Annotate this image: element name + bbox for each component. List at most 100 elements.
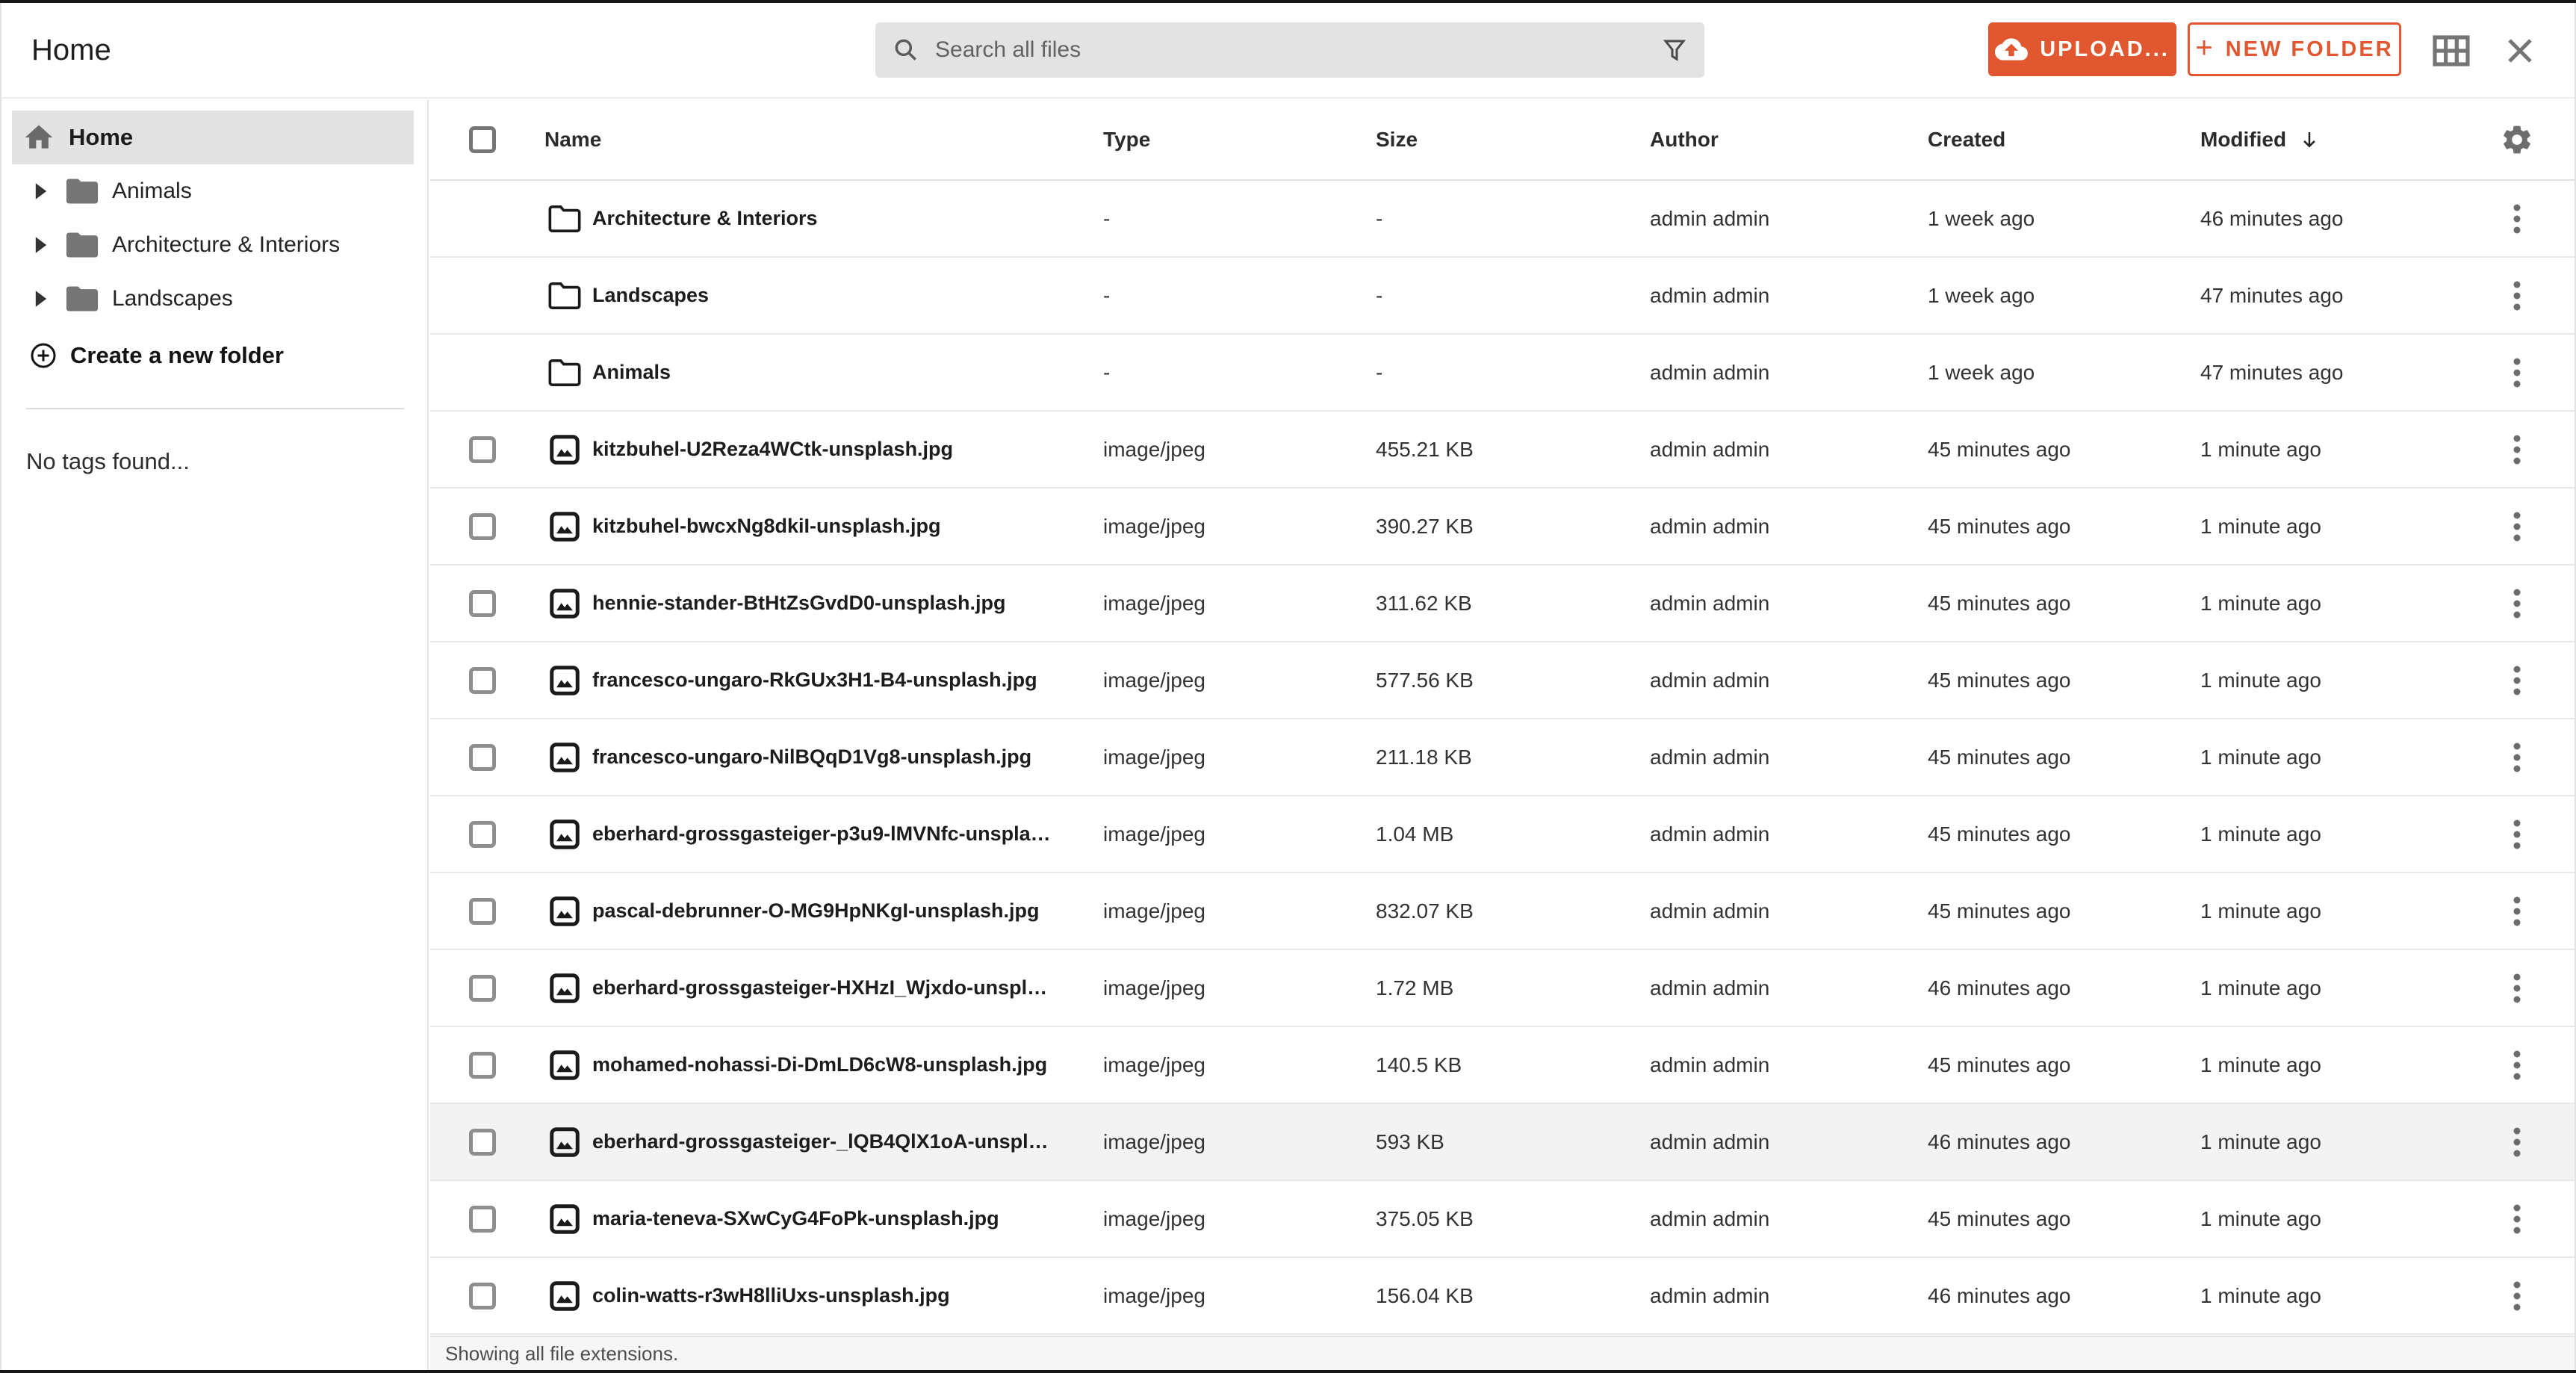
table-row[interactable]: eberhard-grossgasteiger-_lQB4QlX1oA-unsp… — [430, 1104, 2576, 1181]
table-row[interactable]: francesco-ungaro-NilBQqD1Vg8-unsplash.jp… — [430, 719, 2576, 796]
no-tags-message: No tags found... — [26, 448, 427, 475]
row-checkbox[interactable] — [469, 1283, 496, 1310]
column-header-type[interactable]: Type — [1103, 100, 1150, 179]
column-header-size[interactable]: Size — [1376, 100, 1418, 179]
select-all-checkbox[interactable] — [469, 126, 496, 153]
close-icon[interactable] — [2501, 31, 2539, 70]
row-type: - — [1103, 335, 1110, 410]
row-created: 45 minutes ago — [1928, 642, 2070, 718]
kebab-menu-icon — [2502, 279, 2532, 312]
column-header-author[interactable]: Author — [1650, 100, 1719, 179]
table-header: Name Type Size Author Created Modified — [430, 100, 2576, 181]
row-size: 455.21 KB — [1376, 412, 1474, 487]
row-size: 390.27 KB — [1376, 489, 1474, 564]
row-name: Animals — [592, 335, 671, 410]
table-row[interactable]: Animals - - admin admin 1 week ago 47 mi… — [430, 335, 2576, 412]
row-modified: 1 minute ago — [2200, 873, 2321, 949]
row-checkbox[interactable] — [469, 898, 496, 925]
row-menu-button[interactable] — [2498, 950, 2536, 1026]
row-menu-button[interactable] — [2498, 642, 2536, 718]
row-checkbox[interactable] — [469, 1052, 496, 1079]
table-row[interactable]: colin-watts-r3wH8lliUxs-unsplash.jpg ima… — [430, 1258, 2576, 1335]
row-menu-button[interactable] — [2498, 181, 2536, 256]
table-row[interactable]: eberhard-grossgasteiger-HXHzI_Wjxdo-unsp… — [430, 950, 2576, 1027]
row-checkbox[interactable] — [469, 590, 496, 617]
sidebar-item-architecture-interiors[interactable]: Architecture & Interiors — [0, 218, 427, 272]
sidebar-item-home[interactable]: Home — [12, 111, 414, 164]
row-checkbox[interactable] — [469, 667, 496, 694]
row-menu-button[interactable] — [2498, 489, 2536, 564]
row-checkbox[interactable] — [469, 1129, 496, 1156]
row-menu-button[interactable] — [2498, 335, 2536, 410]
table-row[interactable]: mohamed-nohassi-Di-DmLD6cW8-unsplash.jpg… — [430, 1027, 2576, 1104]
table-row[interactable]: kitzbuhel-bwcxNg8dkiI-unsplash.jpg image… — [430, 489, 2576, 565]
row-modified: 1 minute ago — [2200, 489, 2321, 564]
kebab-menu-icon — [2502, 741, 2532, 774]
table-row[interactable]: maria-teneva-SXwCyG4FoPk-unsplash.jpg im… — [430, 1181, 2576, 1258]
row-menu-button[interactable] — [2498, 565, 2536, 641]
window-top-edge — [0, 0, 2576, 3]
expander-caret-icon[interactable] — [34, 237, 48, 253]
row-menu-button[interactable] — [2498, 1258, 2536, 1333]
table-row[interactable]: hennie-stander-BtHtZsGvdD0-unsplash.jpg … — [430, 565, 2576, 642]
kebab-menu-icon — [2502, 356, 2532, 389]
upload-button[interactable]: UPLOAD... — [1988, 22, 2176, 76]
row-checkbox[interactable] — [469, 821, 496, 848]
row-type: image/jpeg — [1103, 642, 1205, 718]
row-modified: 47 minutes ago — [2200, 258, 2343, 333]
kebab-menu-icon — [2502, 587, 2532, 620]
table-row[interactable]: francesco-ungaro-RkGUx3H1-B4-unsplash.jp… — [430, 642, 2576, 719]
row-menu-button[interactable] — [2498, 1181, 2536, 1256]
row-created: 1 week ago — [1928, 258, 2035, 333]
row-created: 45 minutes ago — [1928, 1027, 2070, 1103]
row-menu-button[interactable] — [2498, 1027, 2536, 1103]
column-settings-button[interactable] — [2498, 100, 2536, 179]
row-menu-button[interactable] — [2498, 796, 2536, 872]
row-size: 140.5 KB — [1376, 1027, 1462, 1103]
sidebar-item-landscapes[interactable]: Landscapes — [0, 272, 427, 326]
row-checkbox[interactable] — [469, 436, 496, 463]
column-header-modified[interactable]: Modified — [2200, 100, 2321, 179]
expander-caret-icon[interactable] — [34, 183, 48, 199]
folder-icon — [66, 177, 99, 205]
table-row[interactable]: eberhard-grossgasteiger-p3u9-lMVNfc-unsp… — [430, 796, 2576, 873]
home-icon — [22, 121, 55, 154]
row-checkbox[interactable] — [469, 1206, 496, 1233]
row-created: 45 minutes ago — [1928, 412, 2070, 487]
column-header-name[interactable]: Name — [544, 100, 601, 179]
row-type: image/jpeg — [1103, 719, 1205, 795]
row-checkbox[interactable] — [469, 744, 496, 771]
sidebar-item-animals[interactable]: Animals — [0, 164, 427, 218]
row-menu-button[interactable] — [2498, 412, 2536, 487]
row-author: admin admin — [1650, 873, 1769, 949]
sidebar-folder-label: Animals — [112, 179, 192, 204]
table-row[interactable]: Architecture & Interiors - - admin admin… — [430, 181, 2576, 258]
new-folder-button[interactable]: + NEW FOLDER — [2188, 22, 2401, 76]
image-file-icon — [547, 740, 582, 775]
column-header-created[interactable]: Created — [1928, 100, 2005, 179]
row-type: image/jpeg — [1103, 950, 1205, 1026]
table-row[interactable]: kitzbuhel-U2Reza4WCtk-unsplash.jpg image… — [430, 412, 2576, 489]
row-name: maria-teneva-SXwCyG4FoPk-unsplash.jpg — [592, 1181, 999, 1256]
row-created: 45 minutes ago — [1928, 1181, 2070, 1256]
row-menu-button[interactable] — [2498, 1104, 2536, 1180]
filter-icon[interactable] — [1661, 37, 1688, 63]
search-input[interactable]: Search all files — [875, 22, 1704, 78]
row-size: - — [1376, 181, 1382, 256]
row-author: admin admin — [1650, 1181, 1769, 1256]
row-menu-button[interactable] — [2498, 258, 2536, 333]
row-menu-button[interactable] — [2498, 719, 2536, 795]
table-row[interactable]: pascal-debrunner-O-MG9HpNKgI-unsplash.jp… — [430, 873, 2576, 950]
table-row[interactable]: Landscapes - - admin admin 1 week ago 47… — [430, 258, 2576, 335]
row-checkbox[interactable] — [469, 513, 496, 540]
create-new-folder-button[interactable]: Create a new folder — [0, 329, 427, 382]
row-name: kitzbuhel-bwcxNg8dkiI-unsplash.jpg — [592, 489, 941, 564]
row-type: image/jpeg — [1103, 1258, 1205, 1333]
grid-view-icon[interactable] — [2430, 30, 2472, 72]
row-created: 45 minutes ago — [1928, 565, 2070, 641]
folder-icon — [66, 231, 99, 259]
expander-caret-icon[interactable] — [34, 291, 48, 307]
row-menu-button[interactable] — [2498, 873, 2536, 949]
image-file-icon — [547, 509, 582, 544]
row-checkbox[interactable] — [469, 975, 496, 1002]
